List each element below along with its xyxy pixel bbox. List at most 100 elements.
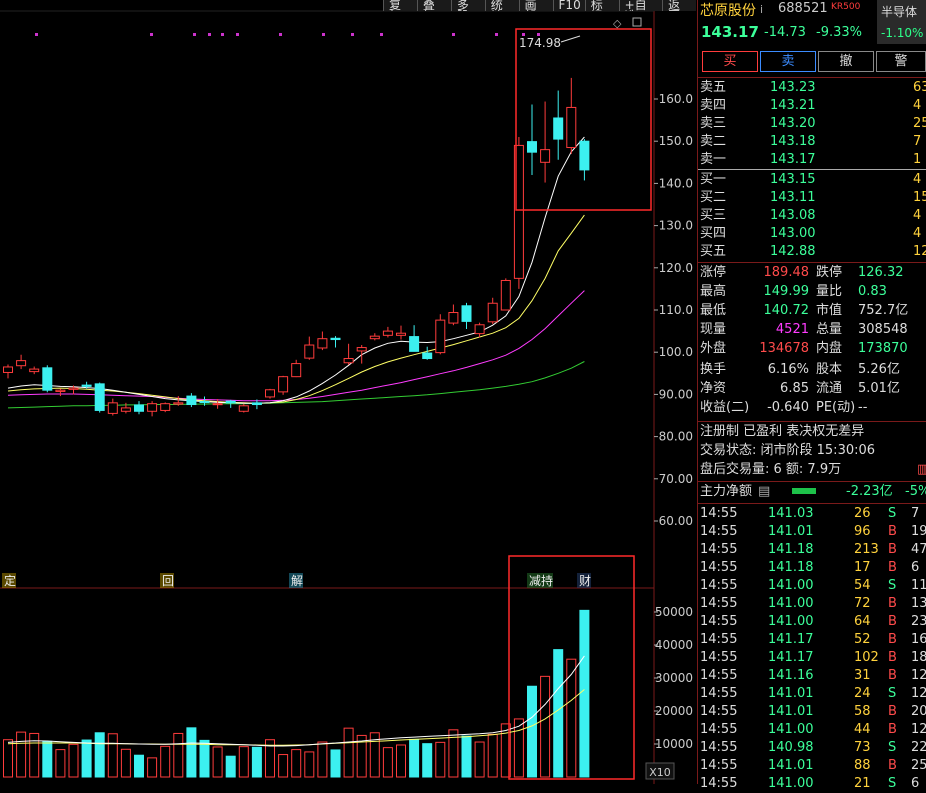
ask-row[interactable]: 卖三 143.20 25: [698, 115, 926, 133]
price-tick-label: 150.0: [659, 134, 693, 148]
toolbar-item-3[interactable]: 统计: [484, 0, 519, 11]
quote-panel: 芯原股份 i 688521 KR500 半导体 -1.10% 143.17 -1…: [697, 0, 926, 791]
tick-row[interactable]: 14:55 141.18 17 B 6: [698, 559, 926, 577]
sell-button[interactable]: 卖: [760, 51, 816, 72]
toolbar-item-7[interactable]: +自选: [618, 0, 663, 11]
high-price-label: 174.98: [519, 36, 561, 50]
price-tick-label: 60.00: [659, 514, 693, 528]
price-tick-label: 140.0: [659, 176, 693, 190]
candle-body: [16, 360, 27, 367]
toolbar-item-6[interactable]: 标记: [584, 0, 619, 11]
toolbar-item-1[interactable]: 叠加: [416, 0, 451, 11]
volume-bar: [291, 749, 302, 778]
bid-row[interactable]: 买二 143.11 15: [698, 189, 926, 207]
tick-row[interactable]: 14:55 141.00 21 S 6: [698, 775, 926, 793]
candle-body: [579, 140, 590, 171]
quote-row: 涨停 189.48 跌停 126.32: [700, 265, 904, 280]
event-dot: [452, 33, 455, 36]
bid-row[interactable]: 买一 143.15 4: [698, 171, 926, 189]
stock-name[interactable]: 芯原股份: [700, 0, 756, 20]
volume-bar: [579, 609, 590, 778]
tick-row[interactable]: 14:55 141.17 52 B 16: [698, 631, 926, 649]
tick-row[interactable]: 14:55 141.17 102 B 18: [698, 649, 926, 667]
candle-body: [330, 337, 341, 341]
volume-bar: [422, 743, 433, 778]
ask-row[interactable]: 卖二 143.18 7: [698, 133, 926, 151]
sector-box[interactable]: 半导体 -1.10%: [877, 0, 926, 44]
quote-row: 最高 149.99 量比 0.83: [700, 284, 887, 299]
volume-bar: [238, 746, 249, 778]
tick-row[interactable]: 14:55 141.01 96 B 19: [698, 523, 926, 541]
candle-body: [422, 352, 433, 360]
ask-row[interactable]: 卖五 143.23 63: [698, 79, 926, 97]
quote-row: 换手 6.16% 股本 5.26亿: [700, 362, 900, 377]
price-change: -14.73: [764, 25, 806, 40]
volume-bar: [147, 757, 158, 778]
toolbar-item-5[interactable]: F10: [552, 0, 585, 11]
price-tick-label: 90.00: [659, 387, 693, 401]
tick-row[interactable]: 14:55 141.01 24 S 12: [698, 685, 926, 703]
current-price: 143.17: [701, 23, 759, 41]
event-dot: [380, 33, 383, 36]
bid-row[interactable]: 买五 142.88 12: [698, 243, 926, 261]
candle-body: [120, 407, 131, 412]
volume-bar: [186, 727, 197, 778]
buy-button[interactable]: 买: [702, 51, 758, 72]
volume-bar: [382, 747, 393, 778]
candle-body: [225, 400, 236, 404]
bid-row[interactable]: 买四 143.00 4: [698, 225, 926, 243]
alert-button[interactable]: 警: [876, 51, 926, 72]
net-flow-bar: [792, 488, 816, 494]
toolbar-item-8[interactable]: 返回: [662, 0, 696, 11]
quote-row: 收益(二) -0.640 PE(动) --: [700, 400, 868, 415]
candle-body: [278, 376, 289, 393]
volume-bar: [16, 731, 27, 778]
kline-chart-panel[interactable]: 160.0 150.0 140.0 130.0 120.0 110.0 100.0 90.00…: [0, 0, 696, 784]
toolbar-item-4[interactable]: 画线: [518, 0, 553, 11]
tick-row[interactable]: 14:55 141.16 31 B 12: [698, 667, 926, 685]
volume-bar: [225, 755, 236, 778]
tick-row[interactable]: 14:55 141.18 213 B 47: [698, 541, 926, 559]
info-icon[interactable]: i: [760, 3, 763, 16]
net-flow-row[interactable]: 主力净额 ▤ -2.23亿 -5%: [698, 483, 926, 501]
price-tick-label: 160.0: [659, 92, 693, 106]
volume-bar: [396, 744, 406, 778]
cancel-button[interactable]: 撤: [818, 51, 874, 72]
volume-bar: [160, 745, 171, 778]
volume-bar: [94, 732, 105, 778]
tick-row[interactable]: 14:55 141.00 44 B 12: [698, 721, 926, 739]
high-price-arrow: [560, 35, 581, 43]
tick-row[interactable]: 14:55 141.01 58 B 20: [698, 703, 926, 721]
tick-row[interactable]: 14:55 141.00 64 B 23: [698, 613, 926, 631]
tick-row[interactable]: 14:55 141.03 26 S 7: [698, 505, 926, 523]
candle-body: [540, 149, 551, 163]
tick-row[interactable]: 14:55 141.01 88 B 25: [698, 757, 926, 775]
candle-body: [265, 389, 275, 398]
volume-bar: [120, 748, 131, 778]
kline-chart[interactable]: 160.0 150.0 140.0 130.0 120.0 110.0 100.0 90.00…: [0, 0, 696, 784]
ask-row[interactable]: 卖一 143.17 1: [698, 151, 926, 169]
event-dot: [537, 33, 540, 36]
volume-tick-label: 10000: [655, 737, 693, 751]
list-icon: ▤: [758, 484, 771, 499]
candle-body: [212, 403, 223, 406]
volume-bar: [42, 740, 53, 778]
bid-row[interactable]: 买三 143.08 4: [698, 207, 926, 225]
tick-row[interactable]: 14:55 141.00 54 S 11: [698, 577, 926, 595]
candle-body: [42, 367, 53, 391]
tick-row[interactable]: 14:55 140.98 73 S 22: [698, 739, 926, 757]
volume-bar: [461, 735, 472, 778]
volume-bar: [55, 749, 66, 778]
toolbar-item-0[interactable]: 复权: [383, 0, 417, 11]
candle-body: [343, 358, 354, 364]
candle-body: [461, 305, 472, 322]
volume-bar: [435, 741, 446, 778]
candle-body: [147, 403, 158, 412]
stock-code: 688521: [778, 1, 828, 16]
ask-row[interactable]: 卖四 143.21 4: [698, 97, 926, 115]
volume-bar: [107, 733, 118, 778]
toolbar-item-2[interactable]: 多股: [450, 0, 485, 11]
tick-row[interactable]: 14:55 141.00 72 B 13: [698, 595, 926, 613]
index-tag: KR500: [831, 2, 861, 12]
volume-bar: [278, 754, 289, 778]
